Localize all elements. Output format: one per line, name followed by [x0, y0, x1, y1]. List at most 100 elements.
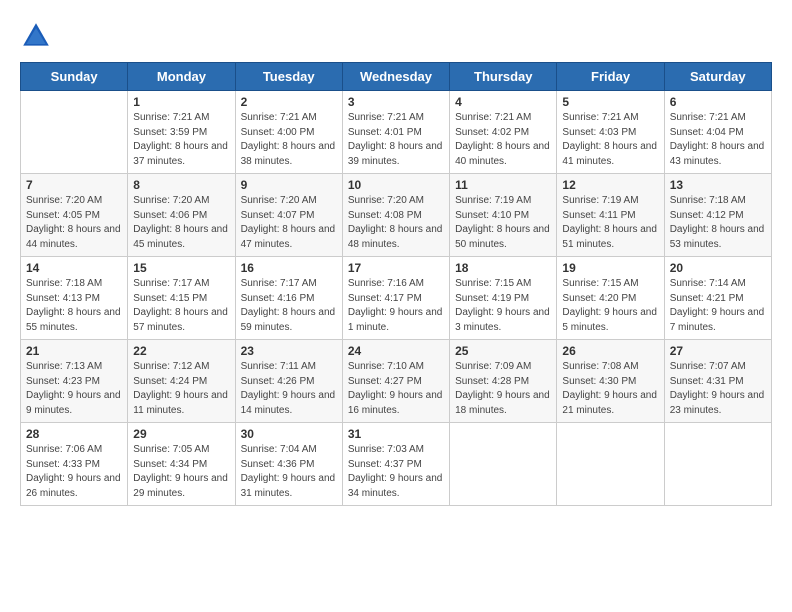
- sunrise-line: Sunrise: 7:21 AM: [133, 111, 229, 126]
- calendar-cell: 25Sunrise: 7:09 AMSunset: 4:28 PMDayligh…: [450, 340, 557, 423]
- day-info: Sunrise: 7:05 AMSunset: 4:34 PMDaylight:…: [133, 443, 229, 501]
- sunrise-line: Sunrise: 7:13 AM: [26, 360, 122, 375]
- sunset-line: Sunset: 4:04 PM: [670, 126, 766, 141]
- calendar-cell: 6Sunrise: 7:21 AMSunset: 4:04 PMDaylight…: [664, 91, 771, 174]
- sunset-line: Sunset: 4:33 PM: [26, 458, 122, 473]
- day-number: 8: [133, 178, 229, 192]
- day-number: 18: [455, 261, 551, 275]
- calendar-cell: 29Sunrise: 7:05 AMSunset: 4:34 PMDayligh…: [128, 423, 235, 506]
- sunrise-line: Sunrise: 7:15 AM: [455, 277, 551, 292]
- weekday-header-tuesday: Tuesday: [235, 63, 342, 91]
- sunset-line: Sunset: 4:13 PM: [26, 292, 122, 307]
- daylight-line: Daylight: 9 hours and 1 minute.: [348, 306, 444, 335]
- calendar-cell: [450, 423, 557, 506]
- day-number: 10: [348, 178, 444, 192]
- sunset-line: Sunset: 4:11 PM: [562, 209, 658, 224]
- sunrise-line: Sunrise: 7:15 AM: [562, 277, 658, 292]
- sunrise-line: Sunrise: 7:20 AM: [133, 194, 229, 209]
- calendar-cell: 12Sunrise: 7:19 AMSunset: 4:11 PMDayligh…: [557, 174, 664, 257]
- day-number: 9: [241, 178, 337, 192]
- day-number: 2: [241, 95, 337, 109]
- day-number: 20: [670, 261, 766, 275]
- day-number: 13: [670, 178, 766, 192]
- daylight-line: Daylight: 8 hours and 48 minutes.: [348, 223, 444, 252]
- day-info: Sunrise: 7:20 AMSunset: 4:07 PMDaylight:…: [241, 194, 337, 252]
- sunrise-line: Sunrise: 7:21 AM: [241, 111, 337, 126]
- calendar-cell: 24 Sunrise: 7:10 AMSunset: 4:27 PMDayligh…: [342, 340, 449, 423]
- day-number: 19: [562, 261, 658, 275]
- daylight-line: Daylight: 9 hours and 5 minutes.: [562, 306, 658, 335]
- sunrise-line: Sunrise: 7:17 AM: [133, 277, 229, 292]
- day-number: 22: [133, 344, 229, 358]
- weekday-header-row: SundayMondayTuesdayWednesdayThursdayFrid…: [21, 63, 772, 91]
- logo-icon: [20, 20, 52, 52]
- sunset-line: Sunset: 4:02 PM: [455, 126, 551, 141]
- calendar-cell: 20Sunrise: 7:14 AMSunset: 4:21 PMDayligh…: [664, 257, 771, 340]
- day-number: 1: [133, 95, 229, 109]
- sunset-line: Sunset: 4:20 PM: [562, 292, 658, 307]
- sunset-line: Sunset: 4:00 PM: [241, 126, 337, 141]
- daylight-line: Daylight: 8 hours and 38 minutes.: [241, 140, 337, 169]
- calendar-cell: 19 Sunrise: 7:15 AMSunset: 4:20 PMDayligh…: [557, 257, 664, 340]
- day-number: 28: [26, 427, 122, 441]
- sunset-line: Sunset: 4:36 PM: [241, 458, 337, 473]
- day-info: Sunrise: 7:04 AMSunset: 4:36 PMDaylight:…: [241, 443, 337, 501]
- calendar-cell: 30Sunrise: 7:04 AMSunset: 4:36 PMDayligh…: [235, 423, 342, 506]
- day-info: Sunrise: 7:18 AMSunset: 4:12 PMDaylight:…: [670, 194, 766, 252]
- week-row-3: 14 Sunrise: 7:18 AMSunset: 4:13 PMDayligh…: [21, 257, 772, 340]
- week-row-1: 1Sunrise: 7:21 AMSunset: 3:59 PMDaylight…: [21, 91, 772, 174]
- day-number: 14: [26, 261, 122, 275]
- daylight-line: Daylight: 9 hours and 14 minutes.: [241, 389, 337, 418]
- calendar-cell: 14 Sunrise: 7:18 AMSunset: 4:13 PMDayligh…: [21, 257, 128, 340]
- weekday-header-saturday: Saturday: [664, 63, 771, 91]
- sunrise-line: Sunrise: 7:07 AM: [670, 360, 766, 375]
- day-number: 11: [455, 178, 551, 192]
- day-info: Sunrise: 7:13 AMSunset: 4:23 PMDaylight:…: [26, 360, 122, 418]
- daylight-line: Daylight: 8 hours and 59 minutes.: [241, 306, 337, 335]
- sunset-line: Sunset: 4:30 PM: [562, 375, 658, 390]
- day-number: 7: [26, 178, 122, 192]
- sunrise-line: Sunrise: 7:06 AM: [26, 443, 122, 458]
- sunset-line: Sunset: 4:15 PM: [133, 292, 229, 307]
- sunset-line: Sunset: 4:23 PM: [26, 375, 122, 390]
- sunset-line: Sunset: 3:59 PM: [133, 126, 229, 141]
- daylight-line: Daylight: 8 hours and 40 minutes.: [455, 140, 551, 169]
- day-number: 27: [670, 344, 766, 358]
- sunset-line: Sunset: 4:21 PM: [670, 292, 766, 307]
- sunrise-line: Sunrise: 7:09 AM: [455, 360, 551, 375]
- daylight-line: Daylight: 9 hours and 11 minutes.: [133, 389, 229, 418]
- day-info: Sunrise: 7:18 AMSunset: 4:13 PMDaylight:…: [26, 277, 122, 335]
- day-info: Sunrise: 7:10 AMSunset: 4:27 PMDaylight:…: [348, 360, 444, 418]
- day-info: Sunrise: 7:09 AMSunset: 4:28 PMDaylight:…: [455, 360, 551, 418]
- daylight-line: Daylight: 8 hours and 45 minutes.: [133, 223, 229, 252]
- calendar-cell: 2 Sunrise: 7:21 AMSunset: 4:00 PMDaylight…: [235, 91, 342, 174]
- day-number: 5: [562, 95, 658, 109]
- sunset-line: Sunset: 4:31 PM: [670, 375, 766, 390]
- sunset-line: Sunset: 4:19 PM: [455, 292, 551, 307]
- calendar-cell: 5Sunrise: 7:21 AMSunset: 4:03 PMDaylight…: [557, 91, 664, 174]
- daylight-line: Daylight: 8 hours and 51 minutes.: [562, 223, 658, 252]
- day-info: Sunrise: 7:21 AMSunset: 3:59 PMDaylight:…: [133, 111, 229, 169]
- day-number: 24: [348, 344, 444, 358]
- day-info: Sunrise: 7:21 AMSunset: 4:02 PMDaylight:…: [455, 111, 551, 169]
- sunrise-line: Sunrise: 7:20 AM: [348, 194, 444, 209]
- sunset-line: Sunset: 4:12 PM: [670, 209, 766, 224]
- sunrise-line: Sunrise: 7:19 AM: [562, 194, 658, 209]
- calendar-cell: 27Sunrise: 7:07 AMSunset: 4:31 PMDayligh…: [664, 340, 771, 423]
- weekday-header-sunday: Sunday: [21, 63, 128, 91]
- sunset-line: Sunset: 4:34 PM: [133, 458, 229, 473]
- day-number: 17: [348, 261, 444, 275]
- daylight-line: Daylight: 9 hours and 16 minutes.: [348, 389, 444, 418]
- day-number: 4: [455, 95, 551, 109]
- sunrise-line: Sunrise: 7:17 AM: [241, 277, 337, 292]
- calendar-cell: 11Sunrise: 7:19 AMSunset: 4:10 PMDayligh…: [450, 174, 557, 257]
- calendar-cell: 15Sunrise: 7:17 AMSunset: 4:15 PMDayligh…: [128, 257, 235, 340]
- sunrise-line: Sunrise: 7:03 AM: [348, 443, 444, 458]
- sunset-line: Sunset: 4:03 PM: [562, 126, 658, 141]
- day-info: Sunrise: 7:19 AMSunset: 4:11 PMDaylight:…: [562, 194, 658, 252]
- sunset-line: Sunset: 4:17 PM: [348, 292, 444, 307]
- sunset-line: Sunset: 4:24 PM: [133, 375, 229, 390]
- sunrise-line: Sunrise: 7:19 AM: [455, 194, 551, 209]
- sunrise-line: Sunrise: 7:16 AM: [348, 277, 444, 292]
- sunset-line: Sunset: 4:07 PM: [241, 209, 337, 224]
